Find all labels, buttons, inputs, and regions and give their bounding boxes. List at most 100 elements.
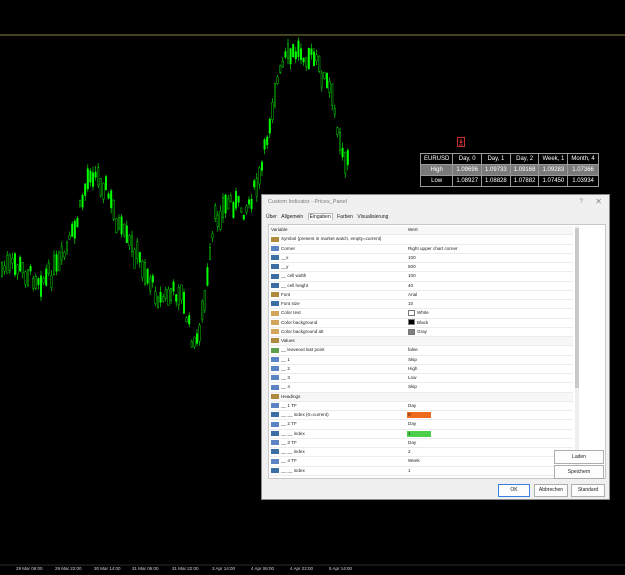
parameter-value[interactable]: 1 — [407, 430, 431, 438]
candle-body — [143, 262, 146, 285]
parameter-row[interactable]: __ cell height 40 — [270, 282, 573, 291]
candle-body — [297, 40, 300, 57]
alarm-icon[interactable] — [457, 137, 465, 147]
candle-body — [19, 257, 22, 272]
tab-inputs[interactable]: Eingaben — [307, 213, 333, 220]
parameter-value[interactable]: High — [408, 365, 417, 373]
parameter-row[interactable]: Color background Black — [270, 319, 573, 328]
enum-type-icon — [271, 403, 279, 409]
int-type-icon — [271, 273, 279, 279]
parameter-row[interactable]: __ 3 TF Day — [270, 439, 573, 448]
parameter-value[interactable]: Month — [408, 476, 421, 478]
parameter-name-text: __ __ index (0=current) — [281, 412, 329, 417]
parameter-row[interactable]: __ leaveout last point false — [270, 346, 573, 356]
parameter-row[interactable]: Font Arial — [270, 291, 573, 300]
parameter-value[interactable]: Black — [408, 319, 428, 327]
parameter-row[interactable]: __ __ index 2 — [270, 448, 573, 458]
inputs-grid: Variable Wert Symbol (present in market … — [270, 226, 573, 477]
enum-type-icon — [271, 375, 279, 381]
cancel-button[interactable]: Abbrechen — [534, 484, 568, 497]
parameter-name-text: __ 4 — [281, 384, 290, 390]
candle-body — [156, 296, 159, 308]
parameter-row[interactable]: __ __ index 1 — [270, 430, 573, 439]
help-icon[interactable]: ? — [579, 198, 583, 205]
parameter-name: __x — [271, 254, 288, 262]
parameter-value[interactable]: 100 — [408, 254, 416, 262]
parameter-value[interactable]: Day — [408, 439, 416, 447]
parameter-value[interactable]: 500 — [408, 263, 416, 271]
time-axis: 29 Mar 06:00 29 Mar 22:00 30 Mar 14:00 31 M… — [0, 566, 625, 575]
scrollbar-thumb[interactable] — [575, 228, 579, 388]
price-panel-col-header: Week, 1 — [538, 153, 569, 165]
time-label: 3 Apr 14:00 — [212, 566, 236, 571]
ok-button[interactable]: OK — [498, 484, 530, 497]
parameter-value[interactable]: Skip — [408, 356, 417, 364]
dialog-titlebar[interactable]: Custom Indicator - Prices_Panel ? ✕ — [262, 195, 609, 211]
parameter-row[interactable]: __x 100 — [270, 254, 573, 263]
parameter-row[interactable]: __y 500 — [270, 263, 573, 273]
parameter-value[interactable]: 1 — [408, 467, 411, 475]
tab-visualization[interactable]: Visualisierung — [357, 214, 388, 220]
candle-body — [180, 284, 183, 301]
parameter-row[interactable]: __ 3 Low — [270, 374, 573, 384]
parameter-value[interactable]: Right upper chart corner — [408, 245, 458, 253]
parameter-value[interactable]: 0 — [407, 411, 431, 419]
parameter-row[interactable]: Symbol (present in market watch, empty=c… — [270, 235, 573, 245]
parameter-value[interactable]: Low — [408, 374, 416, 382]
candle-body — [149, 277, 152, 292]
parameter-row[interactable]: Color background alt Gray — [270, 328, 573, 337]
candle-body — [58, 251, 61, 272]
parameter-row[interactable]: Color text White — [270, 309, 573, 319]
close-icon[interactable]: ✕ — [595, 197, 602, 206]
candle-body — [55, 254, 58, 272]
parameter-row[interactable]: __ 5 TF Month — [270, 476, 573, 478]
parameter-value[interactable]: Week — [408, 457, 420, 465]
int-type-icon — [271, 467, 279, 473]
tab-about[interactable]: Über — [266, 214, 277, 220]
parameter-row[interactable]: __ __ index (0=current) 0 — [270, 411, 573, 421]
parameter-value[interactable]: 40 — [408, 282, 413, 290]
parameter-row[interactable]: __ cell width 100 — [270, 272, 573, 282]
parameter-value[interactable]: Day — [408, 402, 416, 410]
parameter-value-text: Gray — [417, 328, 427, 334]
save-button[interactable]: Speichern — [554, 465, 604, 479]
parameter-value[interactable]: White — [408, 309, 429, 317]
parameter-row[interactable]: __ 4 Skip — [270, 383, 573, 393]
parameter-row[interactable]: __ __ index 1 — [270, 467, 573, 476]
parameter-name-text: __ 3 — [281, 375, 290, 380]
parameter-value[interactable]: Day — [408, 420, 416, 428]
parameter-value[interactable]: 10 — [408, 300, 413, 308]
parameter-row[interactable]: __ 1 Skip — [270, 356, 573, 365]
tab-colors[interactable]: Farben — [337, 214, 353, 220]
parameter-value[interactable]: Skip — [408, 383, 417, 391]
candle-body — [333, 107, 336, 115]
parameter-value[interactable]: Gray — [408, 328, 427, 336]
parameter-value[interactable]: 2 — [408, 448, 411, 456]
load-button[interactable]: Laden — [554, 450, 604, 464]
tab-common[interactable]: Allgemein — [281, 214, 303, 220]
candle-body — [6, 254, 9, 274]
candle-body — [115, 218, 118, 233]
parameter-row[interactable]: Corner Right upper chart corner — [270, 245, 573, 254]
parameter-row[interactable]: __ 4 TF Week — [270, 457, 573, 467]
parameter-name-text: __ __ index — [281, 467, 305, 473]
candle-body — [47, 262, 50, 274]
parameter-row[interactable]: __ 2 TF Day — [270, 420, 573, 430]
grid-header: Variable Wert — [270, 226, 573, 236]
reset-button[interactable]: Standard — [571, 484, 605, 497]
str-type-icon — [271, 292, 279, 298]
parameter-value-text: Day — [408, 402, 417, 408]
candle-body — [21, 262, 24, 274]
grid-section-row[interactable]: Values — [270, 337, 573, 347]
parameter-row[interactable]: __ 2 High — [270, 365, 573, 374]
candle-body — [86, 168, 89, 190]
grid-scrollbar[interactable] — [575, 226, 579, 477]
parameter-row[interactable]: __ 1 TF Day — [270, 402, 573, 411]
parameter-value[interactable]: Arial — [408, 291, 417, 299]
candle-body — [185, 317, 188, 323]
parameter-row[interactable]: Font size 10 — [270, 300, 573, 310]
grid-section-row[interactable]: Headings — [270, 392, 573, 402]
parameter-value[interactable]: 100 — [408, 272, 416, 280]
parameter-value-text: 2 — [408, 449, 411, 454]
parameter-value[interactable]: false — [408, 346, 418, 354]
